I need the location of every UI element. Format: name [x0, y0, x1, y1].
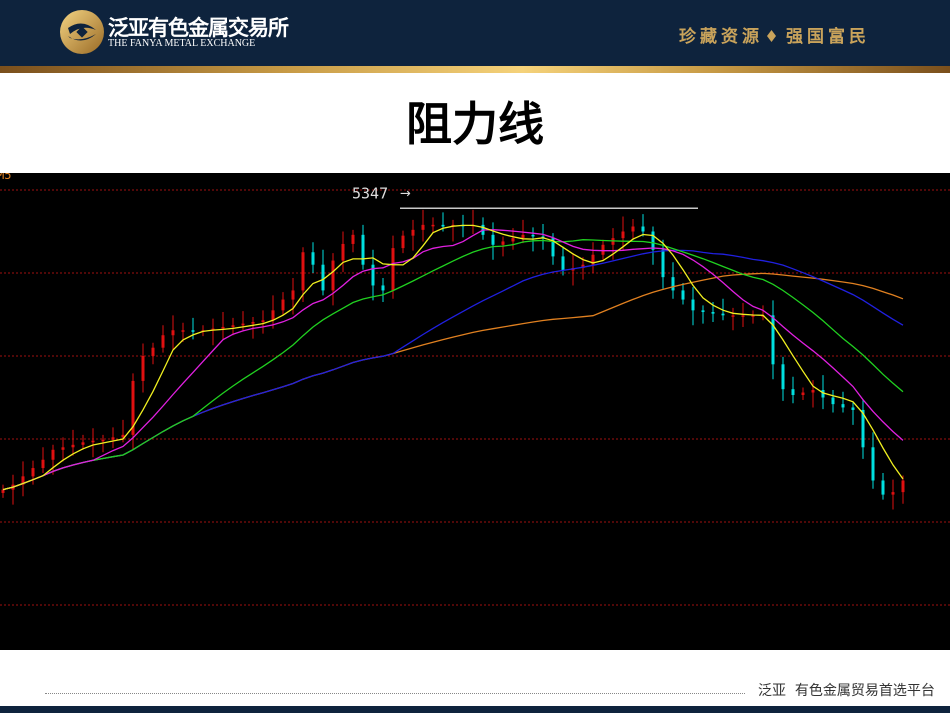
footer-dotted-line [45, 693, 745, 694]
candle-body [321, 264, 325, 291]
candle-body [441, 224, 445, 227]
candle-body [311, 252, 315, 265]
candle-body [701, 310, 705, 313]
candle-body [411, 229, 415, 236]
candle-body [101, 439, 105, 442]
candle-body [81, 442, 85, 445]
candle-body [841, 404, 845, 408]
arrow-icon: → [400, 186, 411, 201]
footer-brand: 泛亚 [758, 683, 786, 699]
candle-body [851, 407, 855, 410]
candle-body [791, 389, 795, 396]
candle-body [261, 320, 265, 322]
header-banner: 泛亚有色金属交易所 THE FANYA METAL EXCHANGE 珍藏资源强… [0, 0, 950, 66]
candle-body [501, 241, 505, 245]
candle-body [631, 226, 635, 232]
candle-body [111, 437, 115, 440]
candle-body [511, 238, 515, 242]
candle-body [641, 226, 645, 232]
candle-body [891, 492, 895, 495]
candle-body [711, 312, 715, 314]
candle-body [241, 323, 245, 326]
slide-title: 阻力线 [406, 97, 544, 151]
candle-body [741, 315, 745, 317]
candle-body [171, 330, 175, 336]
candle-body [341, 243, 345, 261]
candle-body [251, 321, 255, 324]
candle-body [901, 480, 905, 493]
candle-body [31, 468, 35, 477]
candle-body [421, 224, 425, 230]
footer-text: 泛亚 有色金属贸易首选平台 [758, 680, 935, 700]
candle-body [811, 390, 815, 393]
candle-body [281, 299, 285, 311]
candle-body [401, 235, 405, 249]
ma40-line [2, 249, 904, 491]
candle-body [561, 256, 565, 271]
candle-body [231, 325, 235, 327]
slogan-left: 珍藏资源 [679, 27, 763, 47]
candle-body [381, 285, 385, 291]
candle-body [661, 249, 665, 278]
candle-body [161, 335, 165, 348]
ma20-line [2, 239, 904, 491]
corner-label: M5 [0, 173, 11, 182]
candle-body [71, 444, 75, 448]
candle-body [331, 260, 335, 291]
candle-body [191, 330, 195, 332]
candle-body [771, 315, 775, 365]
candle-body [651, 231, 655, 250]
footer-tagline: 有色金属贸易首选平台 [794, 683, 935, 699]
candle-body [831, 397, 835, 405]
candle-body [91, 440, 95, 443]
slogan: 珍藏资源 强国富民 [679, 22, 870, 47]
candle-body [431, 224, 435, 227]
candle-body [351, 234, 355, 244]
candle-body [691, 299, 695, 311]
candle-body [801, 392, 805, 396]
candle-body [871, 447, 875, 481]
ma60-line [2, 272, 904, 491]
exchange-logo-icon [60, 10, 104, 54]
candle-body [491, 234, 495, 245]
ma5-line [2, 224, 904, 491]
candle-body [61, 447, 65, 450]
candle-body [621, 231, 625, 239]
candle-body [881, 480, 885, 495]
footer-bar [0, 706, 950, 713]
candle-body [301, 252, 305, 291]
candle-body [531, 234, 535, 237]
candle-body [141, 356, 145, 381]
candle-body [391, 248, 395, 291]
candle-body [1, 489, 5, 493]
candle-body [671, 277, 675, 291]
candle-body [781, 364, 785, 390]
candle-body [271, 310, 275, 321]
candle-body [521, 234, 525, 239]
candlestick-chart: M5 5347 → [0, 173, 950, 650]
candle-body [371, 264, 375, 286]
candle-body [181, 330, 185, 332]
candle-body [601, 244, 605, 255]
candle-body [361, 234, 365, 265]
candle-body [151, 347, 155, 356]
candle-body [51, 449, 55, 460]
slogan-right: 强国富民 [786, 27, 870, 47]
logo-english-name: THE FANYA METAL EXCHANGE [108, 38, 256, 49]
candle-body [41, 459, 45, 469]
diamond-icon [767, 30, 776, 42]
ma10-line [2, 229, 904, 491]
gold-divider [0, 66, 950, 73]
candle-body [221, 326, 225, 329]
high-price-label: 5347 [352, 184, 388, 202]
candle-body [291, 290, 295, 300]
candle-body [681, 290, 685, 300]
candle-body [721, 313, 725, 316]
candle-body [731, 315, 735, 317]
